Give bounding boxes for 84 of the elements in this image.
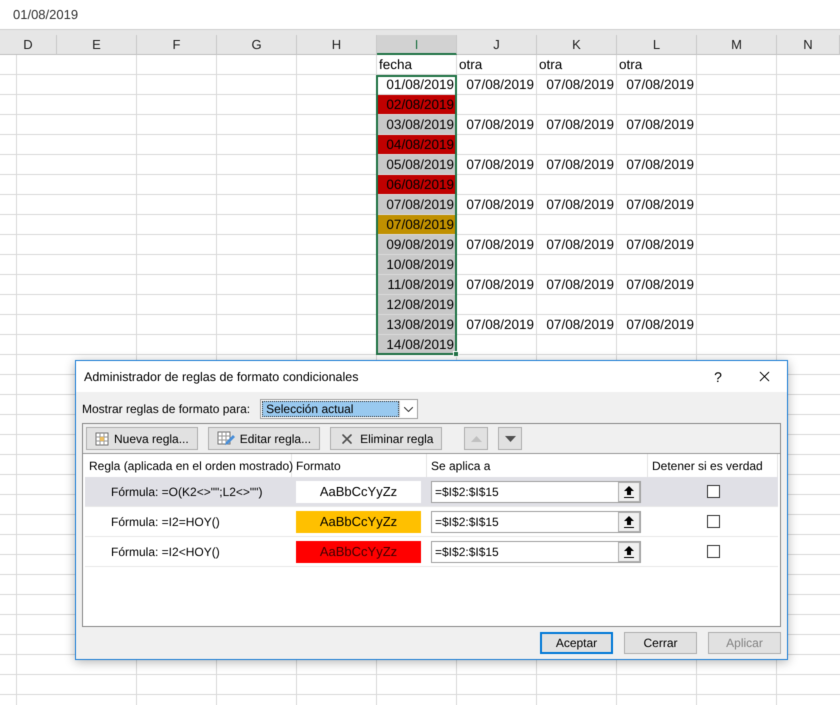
table-cell-text: 07/08/2019: [545, 236, 615, 254]
checkbox[interactable]: [706, 515, 720, 528]
table-cell-text: 07/08/2019: [545, 276, 615, 294]
grid-icon: [95, 432, 109, 446]
table-cell: 06/08/2019: [377, 175, 456, 194]
table-cell-text: otra: [458, 56, 484, 74]
column-header[interactable]: F: [137, 35, 217, 55]
toolbar-button[interactable]: Nueva regla...: [86, 427, 198, 450]
table-cell: 14/08/2019: [377, 335, 456, 354]
table-cell-text: 07/08/2019: [465, 276, 535, 294]
column-header[interactable]: H: [297, 35, 377, 55]
arrow-up-icon: [624, 546, 634, 558]
arrow-up-icon: [624, 486, 634, 498]
table-cell: 04/08/2019: [377, 135, 456, 154]
column-header[interactable]: E: [57, 35, 137, 55]
table-cell-text: otra: [538, 56, 564, 74]
table-cell-text: 07/08/2019: [625, 116, 695, 134]
move-down-button[interactable]: [498, 427, 522, 450]
toolbar-button[interactable]: Eliminar regla: [330, 427, 442, 450]
table-cell: 02/08/2019: [377, 95, 456, 114]
dialog-button[interactable]: Cerrar: [624, 632, 697, 654]
range-field[interactable]: =$I$2:$I$15: [431, 480, 641, 502]
table-cell: 07/08/2019: [377, 195, 456, 214]
column-header[interactable]: D: [0, 35, 57, 55]
range-field[interactable]: =$I$2:$I$15: [431, 540, 641, 562]
dialog-button[interactable]: Aceptar: [540, 632, 613, 654]
table-cell-text: 07/08/2019: [545, 156, 615, 174]
collapse-button[interactable]: [618, 482, 640, 502]
column-header[interactable]: N: [777, 35, 840, 55]
column-header[interactable]: J: [457, 35, 537, 55]
table-cell-text: otra: [618, 56, 644, 74]
table-cell-text: 07/08/2019: [625, 236, 695, 254]
rule-text: Fórmula: =O(K2<>"";L2<>""): [111, 484, 262, 498]
table-cell-text: 07/08/2019: [545, 316, 615, 334]
table-cell: 10/08/2019: [377, 255, 456, 274]
table-cell-text: 07/08/2019: [625, 316, 695, 334]
table-cell-text: 07/08/2019: [545, 116, 615, 134]
scope-label: Mostrar reglas de formato para:: [82, 402, 250, 416]
chevron-icon: [404, 406, 413, 412]
triangle-up-icon: [470, 436, 482, 442]
grid-pencil-icon: [216, 430, 235, 446]
help-button[interactable]: ?: [695, 361, 741, 392]
table-cell-text: 07/08/2019: [465, 156, 535, 174]
table-cell-text: 07/08/2019: [465, 196, 535, 214]
column-header[interactable]: L: [617, 35, 697, 55]
arrow-up-icon: [624, 516, 634, 528]
format-preview: AaBbCcYyZz: [296, 510, 421, 532]
checkbox[interactable]: [706, 545, 720, 558]
window-title: Administrador de reglas de formato condicionales: [84, 370, 360, 384]
table-cell-text: 07/08/2019: [465, 316, 535, 334]
table-cell-text: 07/08/2019: [545, 196, 615, 214]
rule-text: Fórmula: =I2<HOY(): [111, 544, 220, 558]
collapse-button[interactable]: [618, 512, 640, 532]
table-cell-text: 07/08/2019: [625, 196, 695, 214]
column-header[interactable]: M: [697, 35, 777, 55]
table-cell-text: fecha: [378, 56, 414, 74]
table-cell-text: 07/08/2019: [625, 276, 695, 294]
table-cell: 12/08/2019: [377, 295, 456, 314]
column-header[interactable]: G: [217, 35, 297, 55]
table-cell-text: 07/08/2019: [465, 76, 535, 94]
rule-row[interactable]: Fórmula: =O(K2<>"";L2<>""): [85, 477, 292, 507]
table-cell: 05/08/2019: [377, 155, 456, 174]
table-cell: 11/08/2019: [377, 275, 456, 294]
format-preview: AaBbCcYyZz: [296, 480, 421, 502]
table-cell-text: 07/08/2019: [465, 116, 535, 134]
table-cell: 09/08/2019: [377, 235, 456, 254]
checkbox[interactable]: [706, 485, 720, 498]
collapse-button[interactable]: [618, 542, 640, 562]
table-cell: 13/08/2019: [377, 315, 456, 334]
table-cell-text: 07/08/2019: [545, 76, 615, 94]
column-header[interactable]: I: [377, 35, 457, 55]
fill-handle[interactable]: [453, 351, 459, 357]
column-header[interactable]: K: [537, 35, 617, 55]
table-cell-text: 07/08/2019: [625, 76, 695, 94]
format-preview: AaBbCcYyZz: [296, 540, 421, 562]
toolbar-button[interactable]: Editar regla...: [208, 427, 320, 450]
table-cell-text: 07/08/2019: [625, 156, 695, 174]
rule-text: Fórmula: =I2=HOY(): [111, 514, 220, 528]
table-cell: 07/08/2019: [377, 215, 456, 234]
range-field[interactable]: =$I$2:$I$15: [431, 510, 641, 532]
triangle-down-icon: [504, 436, 516, 442]
table-cell: 03/08/2019: [377, 115, 456, 134]
table-cell-text: 07/08/2019: [465, 236, 535, 254]
scope-dropdown[interactable]: Selección actual: [260, 399, 418, 419]
